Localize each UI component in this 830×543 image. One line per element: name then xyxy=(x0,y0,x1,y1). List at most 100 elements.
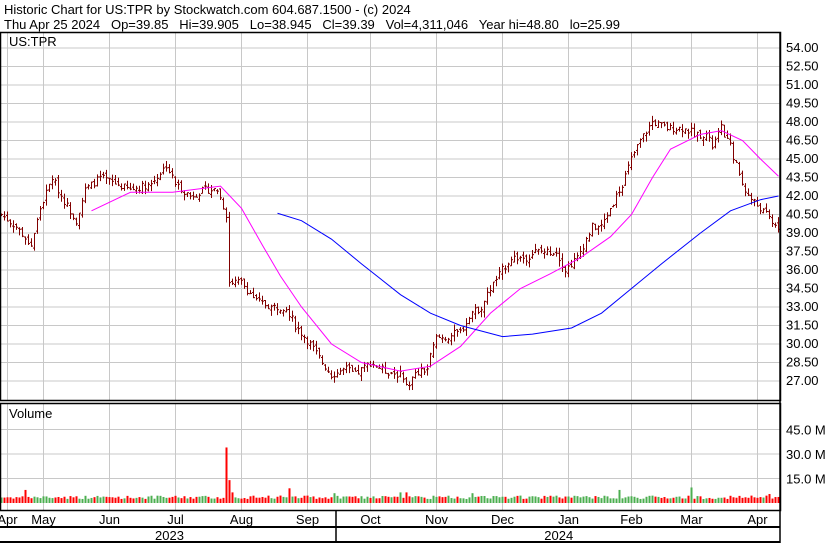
volume-bar xyxy=(528,496,531,503)
volume-bar xyxy=(309,497,312,503)
volume-bar xyxy=(111,497,114,503)
volume-bar xyxy=(99,497,102,503)
volume-bar xyxy=(330,497,333,503)
volume-bar xyxy=(105,496,108,503)
volume-bar xyxy=(618,489,621,503)
volume-bar xyxy=(543,495,546,503)
volume-bar xyxy=(126,495,129,503)
volume-bar xyxy=(246,498,249,503)
price-tick-label: 51.00 xyxy=(786,77,819,92)
axes: 54.00 52.50 51.00 49.50 48.00 46.50 45.00 43.50… xyxy=(0,31,826,543)
volume-bar xyxy=(183,496,186,503)
grid xyxy=(0,32,780,510)
volume-bar xyxy=(453,498,456,503)
volume-bar xyxy=(18,497,21,503)
price-tick-label: 52.50 xyxy=(786,59,819,74)
price-tick-label: 43.50 xyxy=(786,170,819,185)
volume-bar xyxy=(525,498,528,503)
volume-bar xyxy=(762,497,765,503)
volume-bar xyxy=(279,495,282,503)
volume-bar xyxy=(534,496,537,503)
volume-bar xyxy=(435,496,438,503)
volume-bar xyxy=(294,496,297,503)
volume-bar xyxy=(672,497,675,503)
volume-bar xyxy=(459,498,462,503)
volume-bar xyxy=(411,497,414,503)
volume-bar xyxy=(36,497,39,503)
volume-bar xyxy=(699,496,702,503)
ma200-line xyxy=(277,195,779,338)
volume-bar xyxy=(243,498,246,503)
volume-bar xyxy=(324,497,327,503)
volume-bar xyxy=(456,496,459,503)
volume-bar xyxy=(75,496,78,503)
volume-bar xyxy=(477,496,480,503)
volume-bar xyxy=(432,495,435,503)
volume-label: Volume xyxy=(9,406,52,421)
volume-bar xyxy=(129,497,132,503)
volume-bar xyxy=(675,496,678,503)
volume-bar xyxy=(489,498,492,503)
volume-bar xyxy=(15,497,18,503)
volume-bar xyxy=(150,495,153,503)
volume-bar xyxy=(645,496,648,503)
volume-bar xyxy=(342,496,345,503)
volume-bar xyxy=(249,496,252,503)
volume-bar xyxy=(729,495,732,503)
volume-bar xyxy=(483,496,486,503)
volume-bar xyxy=(228,480,231,503)
volume-bar xyxy=(327,498,330,503)
volume-bar xyxy=(6,497,9,503)
volume-bar xyxy=(339,498,342,503)
volume-bar xyxy=(726,498,729,503)
volume-bar xyxy=(441,497,444,503)
volume-bar xyxy=(72,497,75,503)
price-bars xyxy=(0,115,780,391)
volume-bar xyxy=(633,496,636,503)
volume-bar xyxy=(537,497,540,503)
volume-bar xyxy=(171,496,174,503)
volume-bar xyxy=(321,498,324,503)
volume-bar xyxy=(192,498,195,503)
price-tick-label: 36.00 xyxy=(786,262,819,277)
volume-bar xyxy=(201,496,204,503)
volume-bar xyxy=(738,495,741,503)
volume-bar xyxy=(120,498,123,503)
volume-bar xyxy=(600,498,603,503)
volume-bar xyxy=(87,498,90,503)
volume-bar xyxy=(516,495,519,503)
volume-bar xyxy=(510,497,513,503)
volume-bar xyxy=(630,496,633,503)
volume-bar xyxy=(591,498,594,503)
volume-bar xyxy=(555,495,558,503)
volume-bar xyxy=(606,496,609,503)
volume-bar xyxy=(222,497,225,503)
year-label: 2023 xyxy=(155,528,184,543)
price-tick-label: 31.50 xyxy=(786,318,819,333)
price-tick-label: 37.50 xyxy=(786,244,819,259)
volume-bar xyxy=(531,496,534,503)
volume-bar xyxy=(669,498,672,503)
volume-bar xyxy=(597,496,600,503)
volume-tick-label: 15.0 M xyxy=(786,472,826,487)
volume-bar xyxy=(84,495,87,503)
volume-bar xyxy=(33,496,36,503)
volume-bar xyxy=(300,497,303,503)
volume-bar xyxy=(21,496,24,503)
volume-bar xyxy=(372,496,375,503)
volume-bar xyxy=(768,494,771,503)
volume-bar xyxy=(363,498,366,503)
volume-bar xyxy=(57,496,60,503)
volume-bar xyxy=(513,496,516,503)
month-label: Oct xyxy=(360,512,381,527)
price-tick-label: 28.50 xyxy=(786,355,819,370)
volume-bar xyxy=(351,496,354,503)
volume-bar xyxy=(60,498,63,503)
volume-bar xyxy=(495,496,498,503)
volume-bar xyxy=(378,498,381,503)
volume-bar xyxy=(450,498,453,503)
volume-bar xyxy=(693,498,696,503)
volume-bar xyxy=(348,496,351,503)
volume-bars xyxy=(0,447,780,503)
volume-bar xyxy=(603,495,606,503)
